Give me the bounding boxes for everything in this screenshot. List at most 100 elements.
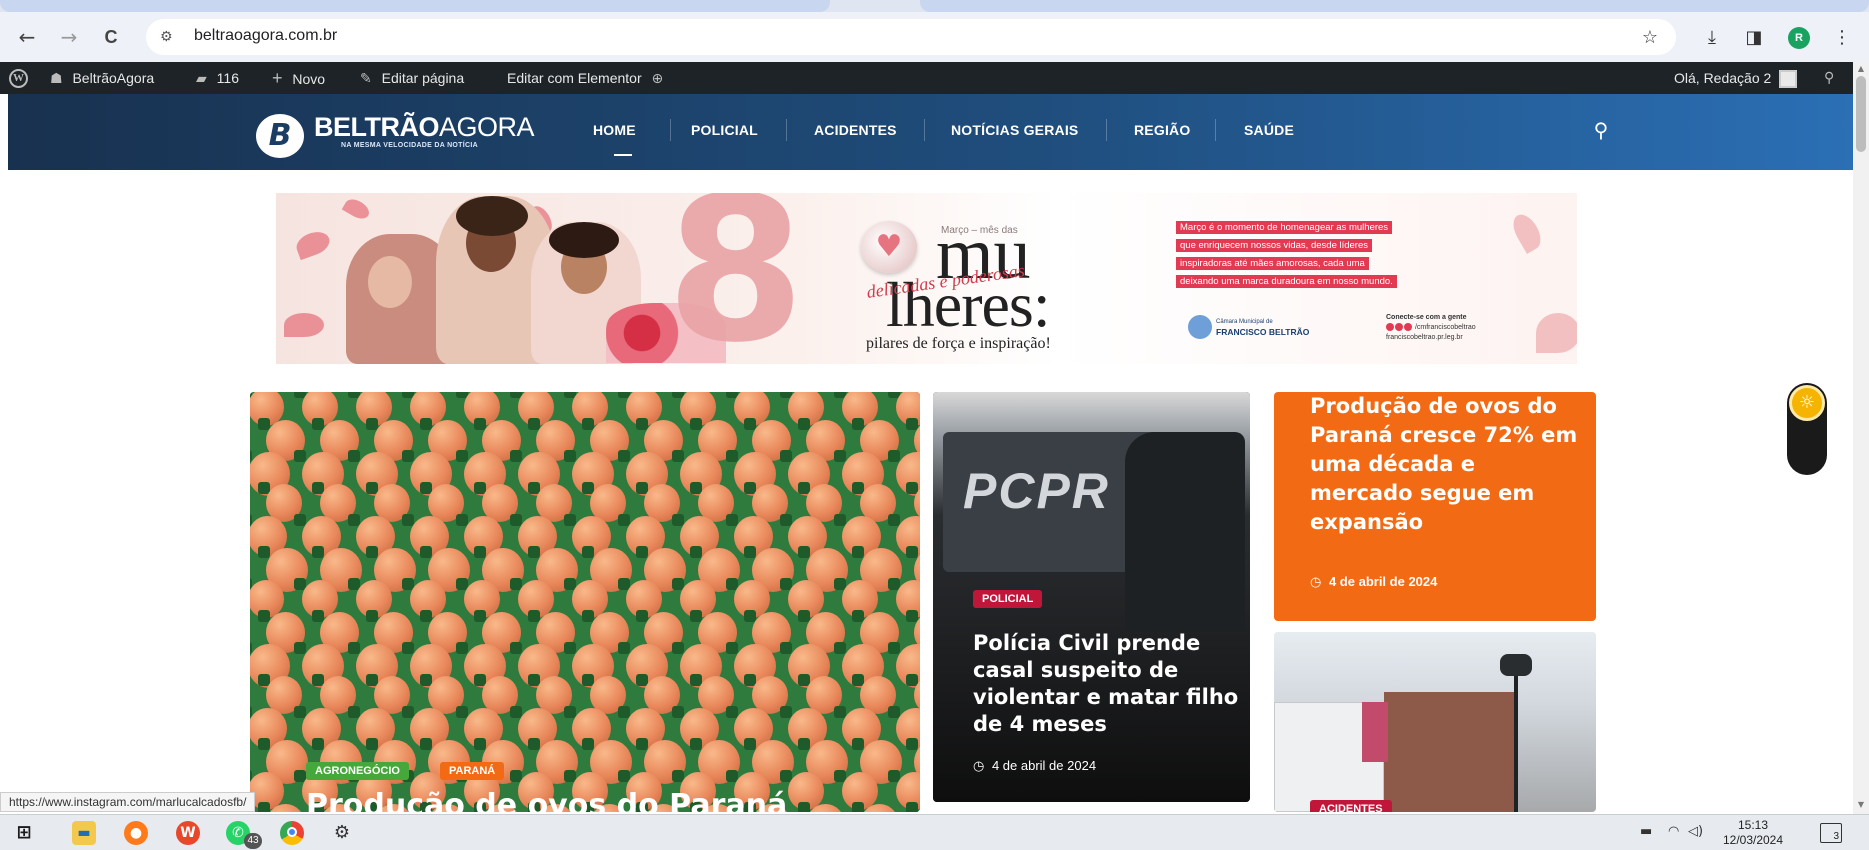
- site-info-icon[interactable]: ⚙: [160, 27, 180, 47]
- browser-menu-icon[interactable]: ⋮: [1830, 26, 1854, 50]
- nav-home[interactable]: HOME: [593, 122, 636, 138]
- banner-subtitle: pilares de força e inspiração!: [866, 335, 1051, 352]
- petal-decoration: [1507, 210, 1547, 254]
- nav-policial[interactable]: POLICIAL: [691, 122, 758, 138]
- side-panel-icon[interactable]: ◨: [1742, 26, 1766, 50]
- tray-cell: [258, 546, 270, 558]
- admin-elementor-label: Editar com Elementor: [507, 70, 642, 86]
- scroll-up-icon[interactable]: ▲: [1856, 64, 1866, 74]
- admin-edit-page-link[interactable]: ✎ Editar página: [360, 62, 464, 94]
- police-article-date-wrap: ◷ 4 de abril de 2024: [973, 758, 1096, 774]
- featured-article-title[interactable]: Produção de ovos do Paraná: [306, 788, 787, 812]
- article-card-policial[interactable]: PCPR POLICIAL Polícia Civil prende casal…: [933, 392, 1250, 802]
- browser-tab[interactable]: [920, 0, 1869, 12]
- notifications-icon[interactable]: 3: [1820, 823, 1842, 843]
- url-text[interactable]: beltraoagora.com.br: [194, 27, 337, 45]
- tray-cell: [888, 706, 900, 718]
- wps-office-icon[interactable]: W: [176, 821, 200, 845]
- tray-cell: [726, 514, 738, 526]
- address-bar[interactable]: ⚙ beltraoagora.com.br: [146, 19, 1676, 55]
- firefox-icon[interactable]: ●: [124, 821, 148, 845]
- elementor-icon: ⊕: [651, 71, 664, 87]
- tray-cell: [582, 546, 594, 558]
- file-explorer-icon[interactable]: ▬: [72, 821, 96, 845]
- battery-icon[interactable]: ▬: [1640, 824, 1652, 839]
- tray-cell: [636, 418, 648, 430]
- browser-toolbar: ← → C ⚙ beltraoagora.com.br ☆ ⤓ ◨ R ⋮: [0, 12, 1869, 62]
- article-card-acidentes[interactable]: ACIDENTES: [1274, 632, 1596, 812]
- settings-gear-icon[interactable]: ⚙: [330, 821, 354, 845]
- tray-cell: [672, 514, 684, 526]
- logo-bold: BELTRÃO: [314, 112, 440, 142]
- tray-cell: [456, 706, 468, 718]
- tray-cell: [690, 610, 702, 622]
- browser-tab[interactable]: [0, 0, 830, 12]
- eggs-article-title[interactable]: Produção de ovos do Paraná cresce 72% em…: [1310, 392, 1580, 537]
- chrome-icon[interactable]: [280, 821, 304, 845]
- tray-cell: [798, 546, 810, 558]
- tray-cell: [636, 546, 648, 558]
- eggs-article-date-wrap: ◷ 4 de abril de 2024: [1310, 574, 1437, 590]
- tray-cell: [564, 642, 576, 654]
- menu-divider: [786, 119, 787, 141]
- tray-cell: [780, 450, 792, 462]
- banner-ad[interactable]: 8 ♥ Março – mês das mu lheres: delicadas…: [276, 193, 1577, 364]
- admin-comments-link[interactable]: ▰ 116: [196, 62, 239, 94]
- bookmark-star-icon[interactable]: ☆: [1638, 26, 1662, 50]
- profile-avatar[interactable]: R: [1788, 27, 1810, 49]
- featured-article-card[interactable]: AGRONEGÓCIO PARANÁ Produção de ovos do P…: [250, 392, 920, 812]
- wifi-icon[interactable]: ◠: [1668, 824, 1679, 839]
- clock-date: 12/03/2024: [1722, 833, 1784, 847]
- admin-elementor-link[interactable]: Editar com Elementor ⊕: [507, 62, 663, 94]
- scroll-down-icon[interactable]: ▼: [1856, 800, 1866, 810]
- download-icon[interactable]: ⤓: [1700, 26, 1724, 50]
- nav-noticias-gerais[interactable]: NOTÍCIAS GERAIS: [951, 122, 1078, 138]
- admin-account-menu[interactable]: Olá, Redação 2: [1674, 62, 1798, 94]
- search-icon[interactable]: ⚲: [1589, 118, 1613, 142]
- category-tag-agronegocio[interactable]: AGRONEGÓCIO: [306, 762, 409, 780]
- tray-cell: [888, 642, 900, 654]
- tray-cell: [744, 738, 756, 750]
- article-card-ovos[interactable]: Produção de ovos do Paraná cresce 72% em…: [1274, 392, 1596, 621]
- building-shape: [1384, 692, 1514, 812]
- back-icon[interactable]: ←: [14, 24, 40, 50]
- eggs-photo: [250, 392, 920, 812]
- nav-regiao[interactable]: REGIÃO: [1134, 122, 1190, 138]
- volume-icon[interactable]: ◁): [1688, 824, 1703, 839]
- category-tag-parana[interactable]: PARANÁ: [440, 762, 505, 780]
- tray-cell: [582, 610, 594, 622]
- nav-saude[interactable]: SAÚDE: [1244, 122, 1294, 138]
- social-icon: [1395, 323, 1403, 332]
- admin-search-icon[interactable]: ⚲: [1824, 62, 1834, 94]
- site-logo[interactable]: BELTRÃOAGORA: [314, 112, 535, 143]
- reload-icon[interactable]: C: [98, 24, 124, 50]
- windows-start-icon[interactable]: ⊞: [12, 821, 36, 845]
- banner-social: Conecte-se com a gente /cmfranciscobeltr…: [1386, 313, 1476, 343]
- admin-new-link[interactable]: + Novo: [272, 62, 325, 94]
- tray-cell: [312, 418, 324, 430]
- tray-cell: [474, 546, 486, 558]
- sponsor-name: FRANCISCO BELTRÃO: [1216, 327, 1310, 337]
- tray-cell: [348, 450, 360, 462]
- wordpress-logo-icon[interactable]: W: [9, 69, 28, 88]
- banner-text-line: Março é o momento de homenagear as mulhe…: [1176, 221, 1393, 234]
- scrollbar-thumb[interactable]: [1856, 76, 1866, 152]
- category-tag-policial[interactable]: POLICIAL: [973, 590, 1043, 608]
- tray-cell: [834, 514, 846, 526]
- tray-cell: [780, 514, 792, 526]
- sun-icon[interactable]: ☼: [1789, 385, 1825, 421]
- banner-text-line: deixando uma marca duradoura em nosso mu…: [1176, 275, 1397, 288]
- site-logo-mark[interactable]: B: [256, 114, 304, 158]
- nav-acidentes[interactable]: ACIDENTES: [814, 122, 897, 138]
- scrollbar-track[interactable]: [1853, 62, 1869, 814]
- forward-icon[interactable]: →: [56, 24, 82, 50]
- tray-cell: [294, 450, 306, 462]
- user-avatar: [1779, 70, 1798, 89]
- police-article-title[interactable]: Polícia Civil prende casal suspeito de v…: [973, 630, 1243, 738]
- system-clock[interactable]: 15:13 12/03/2024: [1718, 818, 1788, 848]
- category-tag-acidentes[interactable]: ACIDENTES: [1310, 800, 1392, 812]
- admin-site-name: BeltrãoAgora: [72, 70, 155, 86]
- tray-cell: [798, 418, 810, 430]
- admin-site-link[interactable]: ☗ BeltrãoAgora: [50, 62, 154, 94]
- eggs-article-date: 4 de abril de 2024: [1328, 574, 1438, 589]
